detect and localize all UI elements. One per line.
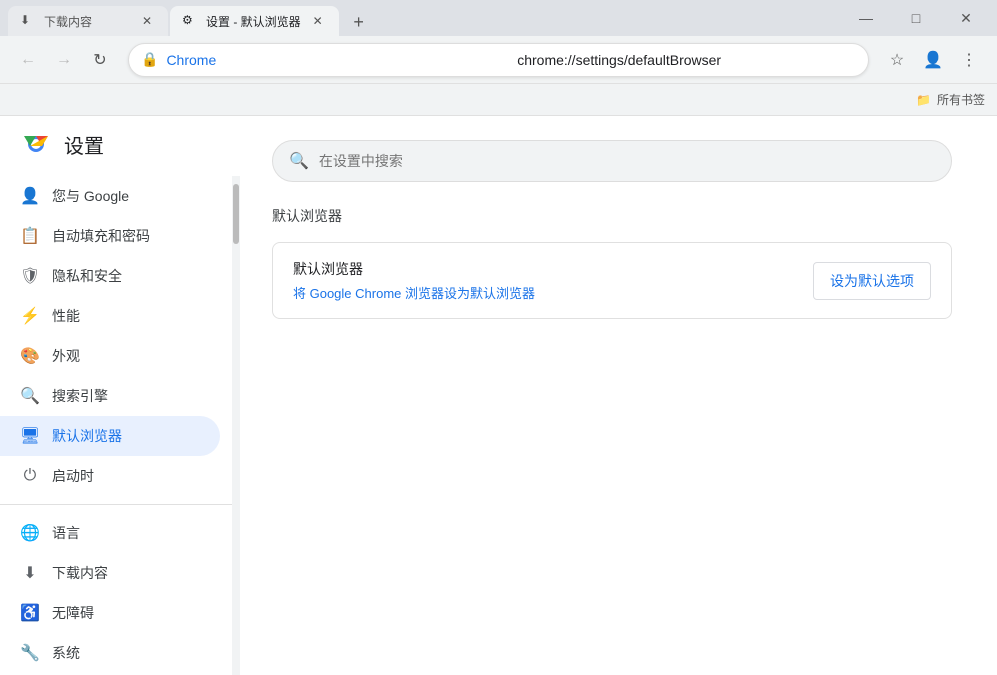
sidebar-icon-search: 🔍 xyxy=(20,386,40,406)
sidebar-items-container: 👤 您与 Google 📋 自动填充和密码 🛡 隐私和安全 ⚡ 性能 🎨 外观 🔍 搜索引擎 🖥 默认浏览… xyxy=(0,176,232,673)
sidebar-item-accessibility[interactable]: ♿ 无障碍 xyxy=(0,593,220,633)
sidebar-item-autofill[interactable]: 📋 自动填充和密码 xyxy=(0,216,220,256)
sidebar-label-search: 搜索引擎 xyxy=(52,386,108,406)
sidebar-icon-downloads: ⬇ xyxy=(20,563,40,583)
tab-settings[interactable]: ⚙ 设置 - 默认浏览器 ✕ xyxy=(170,6,339,36)
sidebar-label-google: 您与 Google xyxy=(52,186,129,206)
tab-downloads[interactable]: ⬇ 下载内容 ✕ xyxy=(8,6,168,36)
sidebar-icon-accessibility: ♿ xyxy=(20,603,40,623)
search-icon: 🔍 xyxy=(289,151,309,171)
settings-header: 设置 xyxy=(0,116,240,176)
forward-button[interactable]: → xyxy=(48,44,80,76)
section-title: 默认浏览器 xyxy=(272,206,965,226)
sidebar-label-privacy: 隐私和安全 xyxy=(52,266,122,286)
sidebar-item-performance[interactable]: ⚡ 性能 xyxy=(0,296,220,336)
sidebar-label-language: 语言 xyxy=(52,523,80,543)
sidebar-scroll: 👤 您与 Google 📋 自动填充和密码 🛡 隐私和安全 ⚡ 性能 🎨 外观 🔍 搜索引擎 🖥 默认浏览… xyxy=(0,176,232,675)
sidebar-item-search[interactable]: 🔍 搜索引擎 xyxy=(0,376,220,416)
new-tab-button[interactable]: + xyxy=(345,8,373,36)
sidebar-item-system[interactable]: 🔧 系统 xyxy=(0,633,220,673)
sidebar-label-autofill: 自动填充和密码 xyxy=(52,226,150,246)
sidebar-scrollbar-thumb[interactable] xyxy=(233,184,239,244)
menu-button[interactable]: ⋮ xyxy=(953,44,985,76)
sidebar-icon-performance: ⚡ xyxy=(20,306,40,326)
bookmarks-bar-label[interactable]: 所有书签 xyxy=(937,91,985,108)
address-bar-url: chrome://settings/defaultBrowser xyxy=(517,52,856,68)
settings-page-title: 设置 xyxy=(64,130,104,159)
sidebar-icon-startup: ⏻ xyxy=(20,466,40,486)
chrome-logo-icon xyxy=(20,128,52,160)
tab-favicon-downloads: ⬇ xyxy=(20,13,36,29)
refresh-button[interactable]: ↻ xyxy=(84,44,116,76)
sidebar-icon-appearance: 🎨 xyxy=(20,346,40,366)
sidebar-item-google[interactable]: 👤 您与 Google xyxy=(0,176,220,216)
maximize-button[interactable]: □ xyxy=(893,2,939,34)
nav-right-icons: ☆ 👤 ⋮ xyxy=(881,44,985,76)
sidebar-icon-privacy: 🛡 xyxy=(20,266,40,286)
sidebar-label-default: 默认浏览器 xyxy=(52,426,122,446)
sidebar-label-accessibility: 无障碍 xyxy=(52,603,94,623)
sidebar-label-downloads: 下载内容 xyxy=(52,563,108,583)
main-content: 设置 👤 您与 Google 📋 自动填充和密码 🛡 隐私和安全 ⚡ 性能 🎨 外观 🔍 搜索引擎 🖥 默… xyxy=(0,116,997,675)
window-controls: — □ ✕ xyxy=(843,2,989,34)
tab-favicon-settings: ⚙ xyxy=(182,13,198,29)
close-button[interactable]: ✕ xyxy=(943,2,989,34)
back-button[interactable]: ← xyxy=(12,44,44,76)
address-bar[interactable]: 🔒 Chrome chrome://settings/defaultBrowse… xyxy=(128,43,869,77)
set-default-button[interactable]: 设为默认选项 xyxy=(813,262,931,300)
sidebar-item-default[interactable]: 🖥 默认浏览器 xyxy=(0,416,220,456)
card-subtitle: 将 Google Chrome 浏览器设为默认浏览器 xyxy=(293,283,535,302)
sidebar-icon-default: 🖥 xyxy=(20,426,40,446)
tab-bar: ⬇ 下载内容 ✕ ⚙ 设置 - 默认浏览器 ✕ + xyxy=(8,0,831,36)
sidebar-label-system: 系统 xyxy=(52,643,80,663)
tab-close-downloads[interactable]: ✕ xyxy=(138,12,156,30)
titlebar: ⬇ 下载内容 ✕ ⚙ 设置 - 默认浏览器 ✕ + — □ ✕ xyxy=(0,0,997,36)
tab-title-downloads: 下载内容 xyxy=(44,13,130,30)
bookmarks-bar-folder-icon: 📁 xyxy=(916,93,931,107)
sidebar-label-appearance: 外观 xyxy=(52,346,80,366)
sidebar-icon-autofill: 📋 xyxy=(20,226,40,246)
sidebar-icon-system: 🔧 xyxy=(20,643,40,663)
sidebar-scrollbar[interactable] xyxy=(232,176,240,675)
card-title: 默认浏览器 xyxy=(293,259,535,279)
bookmark-button[interactable]: ☆ xyxy=(881,44,913,76)
tab-title-settings: 设置 - 默认浏览器 xyxy=(206,13,301,30)
sidebar-item-language[interactable]: 🌐 语言 xyxy=(0,513,220,553)
sidebar-item-startup[interactable]: ⏻ 启动时 xyxy=(0,456,220,496)
profile-button[interactable]: 👤 xyxy=(917,44,949,76)
sidebar-item-downloads[interactable]: ⬇ 下载内容 xyxy=(0,553,220,593)
minimize-button[interactable]: — xyxy=(843,2,889,34)
bookmarks-bar: 📁 所有书签 xyxy=(0,84,997,116)
sidebar-label-startup: 启动时 xyxy=(52,466,94,486)
search-input[interactable] xyxy=(319,153,935,169)
sidebar-wrapper: 设置 👤 您与 Google 📋 自动填充和密码 🛡 隐私和安全 ⚡ 性能 🎨 外观 🔍 搜索引擎 🖥 默… xyxy=(0,116,240,675)
navbar: ← → ↻ 🔒 Chrome chrome://settings/default… xyxy=(0,36,997,84)
sidebar-item-appearance[interactable]: 🎨 外观 xyxy=(0,336,220,376)
sidebar-icon-google: 👤 xyxy=(20,186,40,206)
card-content: 默认浏览器 将 Google Chrome 浏览器设为默认浏览器 xyxy=(293,259,535,302)
address-bar-chrome-label: Chrome xyxy=(166,52,505,68)
tab-close-settings[interactable]: ✕ xyxy=(309,12,327,30)
content-area: 🔍 默认浏览器 默认浏览器 将 Google Chrome 浏览器设为默认浏览器… xyxy=(240,116,997,675)
search-box[interactable]: 🔍 xyxy=(272,140,952,182)
sidebar-label-performance: 性能 xyxy=(52,306,80,326)
default-browser-card: 默认浏览器 将 Google Chrome 浏览器设为默认浏览器 设为默认选项 xyxy=(272,242,952,319)
sidebar-item-privacy[interactable]: 🛡 隐私和安全 xyxy=(0,256,220,296)
address-bar-icon: 🔒 xyxy=(141,51,158,68)
sidebar-icon-language: 🌐 xyxy=(20,523,40,543)
sidebar-divider xyxy=(0,504,232,505)
